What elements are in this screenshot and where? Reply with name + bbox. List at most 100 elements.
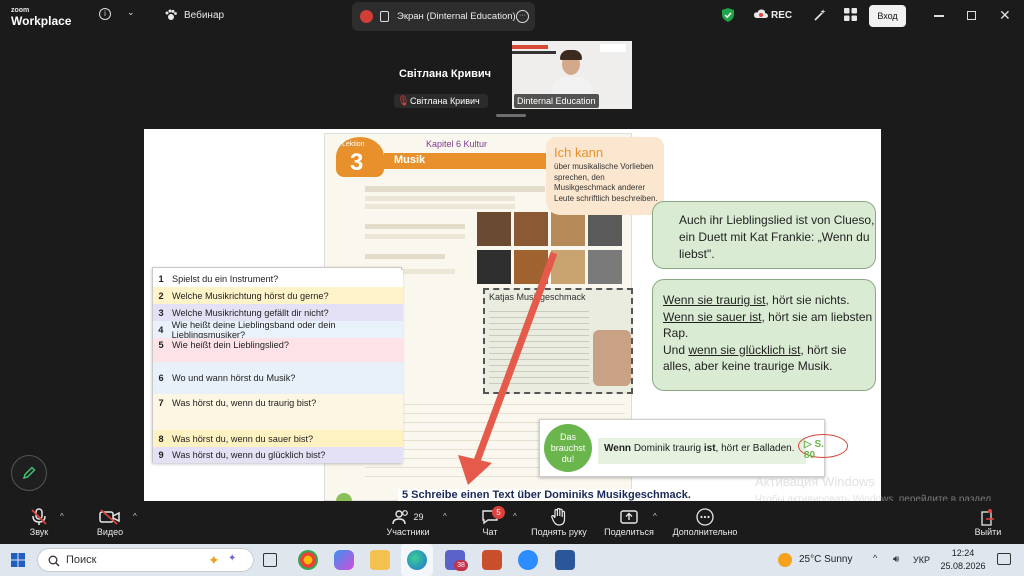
screen-icon [380, 11, 389, 22]
question-row: 3 Welche Musikrichtung gefällt dir nicht? [153, 304, 403, 321]
share-title: Экран (Dinternal Education) [397, 11, 516, 22]
audio-button[interactable]: Звук [22, 507, 56, 537]
chat-badge: 5 [492, 506, 505, 519]
text-line [365, 186, 545, 192]
cloud-record-icon[interactable] [754, 9, 768, 19]
windows-taskbar: Поиск ✦ ✦ 38 25°C Sunny ^ 🔊︎ УКР 12:24 2… [0, 544, 1024, 576]
more-button[interactable]: Дополнительно [670, 507, 740, 537]
chat-label: Чат [482, 527, 498, 537]
participants-button[interactable]: 29 Участники [384, 507, 432, 537]
brauchst-line2: brauchst [550, 443, 586, 453]
question-text: Wie heißt deine Lieblingsband oder dein … [171, 319, 336, 340]
text-line [365, 224, 465, 229]
login-button[interactable]: Вход [869, 5, 906, 27]
participants-options-caret[interactable]: ^ [443, 512, 447, 521]
instrument-image [551, 212, 585, 246]
restore-icon[interactable] [967, 11, 976, 20]
info-icon[interactable]: i [99, 8, 111, 20]
close-icon[interactable]: ✕ [999, 7, 1011, 24]
video-button[interactable]: Видео [90, 507, 130, 537]
audio-label: Звук [29, 527, 49, 537]
participant-video-name: Dinternal Education [514, 94, 599, 108]
file-explorer-icon[interactable] [370, 550, 390, 570]
clock-time[interactable]: 12:24 [947, 548, 979, 558]
share-button[interactable]: Поделиться [603, 507, 655, 537]
question-number: 5 [158, 340, 164, 350]
instrument-image [588, 212, 622, 246]
example-end: , hört er Balladen. [715, 443, 795, 454]
shield-check-icon[interactable] [722, 8, 734, 22]
speech-bubble-moods: Wenn sie traurig ist, hört sie nichts. W… [652, 279, 876, 391]
more-label: Дополнительно [672, 527, 738, 537]
zoom-control-bar: Звук ^ Видео ^ 29 Участники ^ Чат 5 ^ По… [0, 501, 1024, 544]
question-text: Spielst du ein Instrument? [172, 273, 279, 284]
leave-label: Выйти [974, 527, 1002, 537]
pencil-icon [22, 466, 36, 480]
grammar-example: Wenn Dominik traurig ist, hört er Ballad… [604, 443, 794, 454]
zoom-top-bar: zoom Workplace i ⌄ Вебинар Экран (Dinter… [0, 0, 1024, 32]
participants-count: 29 [413, 512, 424, 522]
question-row: 4 Wie heißt deine Lieblingsband oder dein… [153, 319, 403, 340]
chrome-icon[interactable] [298, 550, 318, 570]
weather-text[interactable]: 25°C Sunny [799, 554, 852, 565]
question-text: Wo und wann hörst du Musik? [172, 373, 296, 383]
question-row: 7 Was hörst du, wenn du traurig bist? [153, 394, 403, 430]
task-view-icon[interactable] [263, 553, 277, 567]
text-line [365, 204, 515, 209]
meeting-name: Вебинар [184, 10, 225, 21]
example-wenn: Wenn [604, 443, 632, 454]
bubble2-text: Wenn sie traurig ist, hört sie nichts. W… [663, 292, 873, 375]
brauchst-line1: Das [559, 432, 576, 442]
instrument-image [588, 250, 622, 284]
taskbar-search[interactable]: Поиск ✦ ✦ [37, 548, 254, 572]
input-language[interactable]: УКР [913, 555, 930, 565]
bubble2-l3b: wenn sie glücklich ist [688, 342, 801, 357]
audio-options-caret[interactable]: ^ [60, 512, 64, 521]
annotate-button[interactable] [11, 455, 47, 491]
apps-grid-icon[interactable] [844, 8, 857, 21]
volume-icon[interactable]: 🔊︎ [893, 554, 899, 565]
powerpoint-icon[interactable] [482, 550, 502, 570]
word-icon[interactable] [555, 550, 575, 570]
edge-icon[interactable] [407, 550, 427, 570]
share-label: Поделиться [604, 527, 654, 537]
copilot-icon[interactable] [334, 550, 354, 570]
bubble2-l1a: Wenn sie traurig ist [663, 293, 766, 307]
video-options-caret[interactable]: ^ [133, 512, 137, 521]
mic-off-icon [22, 507, 56, 527]
brauchst-badge: Das brauchst du! [544, 424, 592, 472]
rec-label: REC [771, 10, 793, 21]
more-options-icon[interactable]: ··· [516, 10, 529, 23]
video-label: Видео [96, 527, 124, 537]
chat-options-caret[interactable]: ^ [513, 512, 517, 521]
kapitel-label: Kapitel 6 Kultur [426, 139, 488, 149]
windows-start-icon[interactable] [11, 553, 25, 567]
app-logo-icon [360, 10, 373, 23]
chevron-down-icon[interactable]: ⌄ [127, 7, 135, 18]
raise-hand-button[interactable]: Поднять руку [528, 507, 590, 537]
question-row: 9 Was hörst du, wenn du glücklich bist? [153, 447, 403, 463]
search-placeholder: Поиск [66, 554, 97, 566]
question-number: 9 [158, 450, 164, 460]
text-line [365, 254, 445, 259]
minimize-icon[interactable] [934, 15, 944, 17]
question-text: Welche Musikrichtung gefällt dir nicht? [172, 307, 329, 318]
tray-chevron-icon[interactable]: ^ [873, 553, 877, 563]
zoom-window: zoom Workplace i ⌄ Вебинар Экран (Dinter… [0, 0, 1024, 576]
notifications-icon[interactable] [997, 553, 1011, 565]
speech-bubble-quote: Auch ihr Lieblingslied ist von Clueso, e… [652, 201, 876, 269]
wall-stripe [512, 51, 556, 54]
text-line [365, 196, 515, 201]
share-indicator[interactable]: Экран (Dinternal Education) ··· [352, 2, 535, 31]
zoom-app-icon[interactable] [518, 550, 538, 570]
teams-badge: 38 [454, 560, 468, 571]
leave-button[interactable]: Выйти [972, 507, 1004, 537]
person-hair [560, 50, 582, 60]
bubble2-l2a: Wenn sie sauer ist [663, 309, 762, 324]
page-indicator[interactable] [496, 114, 526, 117]
clock-date[interactable]: 25.08.2026 [938, 561, 988, 571]
share-options-caret[interactable]: ^ [653, 512, 657, 521]
magic-wand-icon[interactable] [813, 8, 827, 22]
question-number: 3 [158, 307, 164, 318]
question-row: 6 Wo und wann hörst du Musik? [153, 362, 403, 394]
